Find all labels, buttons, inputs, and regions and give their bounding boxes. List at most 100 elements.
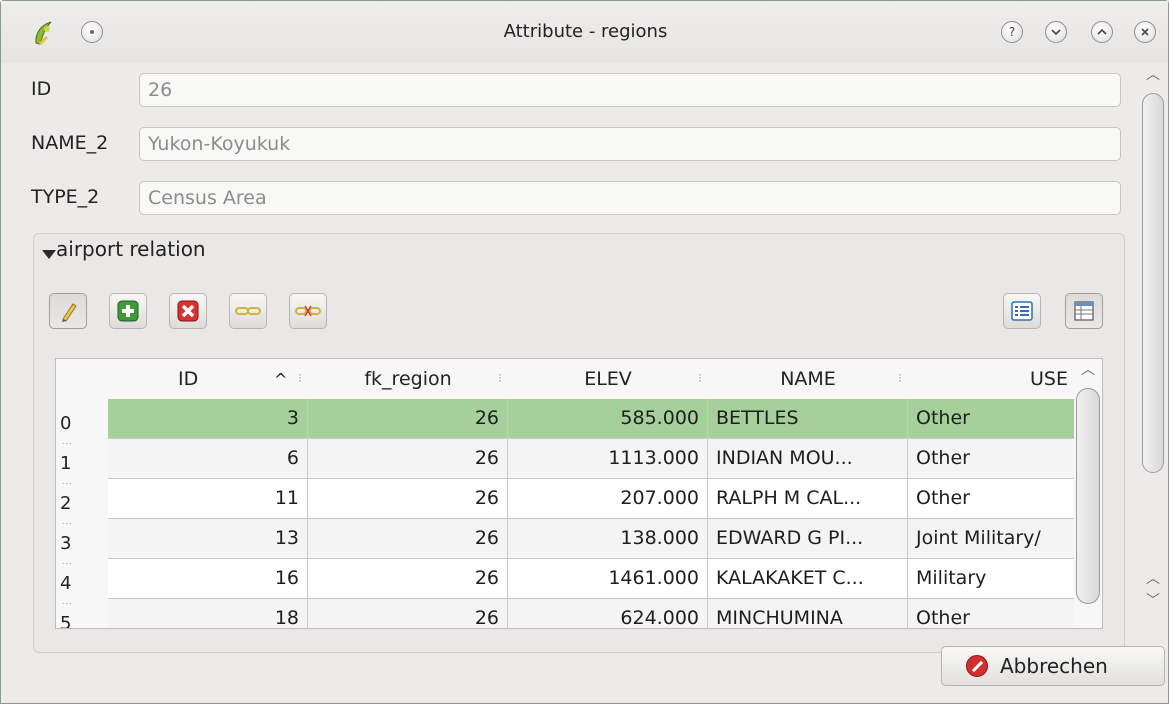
cell-use[interactable]: Other	[908, 439, 1074, 479]
column-header-label: ELEV	[584, 368, 632, 390]
column-header-use[interactable]: USE	[908, 359, 1074, 399]
row-separator-dots: ...	[62, 477, 73, 486]
cell-use[interactable]: Joint Military/	[908, 519, 1074, 559]
row-number-label: 5	[60, 613, 72, 629]
pencil-edit-icon	[62, 303, 77, 322]
cell-id[interactable]: 11	[108, 479, 308, 519]
add-feature-icon	[117, 300, 139, 322]
type-2-field[interactable]: Census Area	[139, 181, 1121, 215]
close-button[interactable]	[1134, 21, 1156, 43]
relation-title: airport relation	[56, 237, 206, 261]
id-field[interactable]: 26	[139, 73, 1121, 107]
scroll-up-icon[interactable]: ︿	[1139, 569, 1167, 589]
cell-fk-region[interactable]: 26	[308, 399, 508, 439]
cell-name[interactable]: INDIAN MOU...	[708, 439, 908, 479]
column-header-label: ID	[178, 368, 199, 390]
row-number-label: 4	[60, 573, 72, 594]
cancel-button[interactable]: Abbrechen	[941, 646, 1165, 686]
form-scrollbar[interactable]: ︿ ︿ ﹀	[1139, 63, 1167, 629]
row-separator-dots: ...	[62, 557, 73, 566]
cell-id[interactable]: 13	[108, 519, 308, 559]
field-label-name-2: NAME_2	[31, 132, 109, 154]
scroll-up-icon[interactable]: ︿	[1139, 65, 1167, 85]
column-resize-handle[interactable]: ⁝	[298, 371, 302, 385]
row-number[interactable]: ... 1	[56, 437, 106, 479]
table-scrollbar[interactable]: ︿	[1073, 358, 1103, 629]
field-label-id: ID	[31, 78, 52, 100]
cell-name[interactable]: MINCHUMINA	[708, 599, 908, 628]
cell-elev[interactable]: 207.000	[508, 479, 708, 519]
cell-use[interactable]: Other	[908, 399, 1074, 439]
cell-name[interactable]: KALAKAKET C...	[708, 559, 908, 599]
cell-elev[interactable]: 624.000	[508, 599, 708, 628]
cell-elev[interactable]: 138.000	[508, 519, 708, 559]
cell-name[interactable]: RALPH M CAL...	[708, 479, 908, 519]
row-number[interactable]: ... 3	[56, 517, 106, 559]
sort-ascending-icon: ^	[274, 369, 288, 389]
cell-name[interactable]: BETTLES	[708, 399, 908, 439]
column-resize-handle[interactable]: ⁝	[898, 371, 902, 385]
unlink-feature-button[interactable]	[289, 293, 327, 329]
row-number[interactable]: 0	[56, 399, 106, 439]
column-resize-handle[interactable]: ⁝	[498, 371, 502, 385]
collapse-triangle-icon[interactable]	[42, 250, 56, 259]
cell-elev[interactable]: 585.000	[508, 399, 708, 439]
question-icon: ?	[1008, 25, 1016, 39]
cell-id[interactable]: 18	[108, 599, 308, 628]
row-number-label: 2	[60, 493, 72, 514]
cell-fk-region[interactable]: 26	[308, 439, 508, 479]
cell-elev[interactable]: 1113.000	[508, 439, 708, 479]
cell-id[interactable]: 3	[108, 399, 308, 439]
cell-fk-region[interactable]: 26	[308, 599, 508, 628]
column-header-fk-region[interactable]: fk_region ⁝	[308, 359, 508, 399]
help-button[interactable]: ?	[1001, 21, 1023, 43]
form-view-button[interactable]	[1003, 293, 1041, 329]
cell-elev[interactable]: 1461.000	[508, 559, 708, 599]
related-features-table[interactable]: ID ^ ⁝ fk_region ⁝ ELEV ⁝ NAME ⁝ USE 0 3…	[55, 358, 1103, 629]
row-number-label: 1	[60, 453, 72, 474]
column-header-id[interactable]: ID ^ ⁝	[108, 359, 308, 399]
link-feature-button[interactable]	[229, 293, 267, 329]
cell-use[interactable]: Other	[908, 479, 1074, 519]
minimize-button[interactable]	[1045, 21, 1067, 43]
cancel-button-label: Abbrechen	[1000, 654, 1108, 678]
scroll-down-icon[interactable]: ﹀	[1139, 591, 1167, 611]
column-header-name[interactable]: NAME ⁝	[708, 359, 908, 399]
toggle-editing-button[interactable]	[49, 293, 87, 329]
row-separator-dots: ...	[62, 437, 73, 446]
maximize-button[interactable]	[1091, 21, 1113, 43]
column-header-label: NAME	[780, 368, 836, 390]
chevron-down-icon	[1051, 29, 1061, 36]
column-header-label: fk_region	[364, 368, 452, 390]
column-header-label: USE	[1030, 368, 1068, 390]
delete-feature-icon	[177, 300, 199, 322]
table-scrollbar-thumb[interactable]	[1076, 388, 1100, 604]
cell-name[interactable]: EDWARD G PI...	[708, 519, 908, 559]
cell-use[interactable]: Military	[908, 559, 1074, 599]
cell-fk-region[interactable]: 26	[308, 519, 508, 559]
add-feature-button[interactable]	[109, 293, 147, 329]
cell-fk-region[interactable]: 26	[308, 559, 508, 599]
form-view-icon	[1011, 301, 1033, 321]
cancel-icon	[966, 655, 988, 677]
row-number-label: 0	[60, 413, 72, 434]
chevron-up-icon	[1097, 28, 1107, 35]
name-2-field[interactable]: Yukon-Koyukuk	[139, 127, 1121, 161]
cell-use[interactable]: Other	[908, 599, 1074, 628]
form-scrollbar-thumb[interactable]	[1142, 93, 1164, 473]
table-view-button[interactable]	[1065, 293, 1103, 329]
field-label-type-2: TYPE_2	[31, 186, 100, 208]
row-number[interactable]: ... 5	[56, 597, 106, 629]
column-header-elev[interactable]: ELEV ⁝	[508, 359, 708, 399]
cell-id[interactable]: 6	[108, 439, 308, 479]
cell-fk-region[interactable]: 26	[308, 479, 508, 519]
row-number[interactable]: ... 4	[56, 557, 106, 599]
link-feature-icon	[235, 307, 261, 315]
column-resize-handle[interactable]: ⁝	[698, 371, 702, 385]
delete-feature-button[interactable]	[169, 293, 207, 329]
table-view-icon	[1074, 301, 1094, 321]
scroll-up-icon[interactable]: ︿	[1073, 360, 1103, 380]
cell-id[interactable]: 16	[108, 559, 308, 599]
unlink-feature-icon	[295, 305, 321, 317]
row-number[interactable]: ... 2	[56, 477, 106, 519]
